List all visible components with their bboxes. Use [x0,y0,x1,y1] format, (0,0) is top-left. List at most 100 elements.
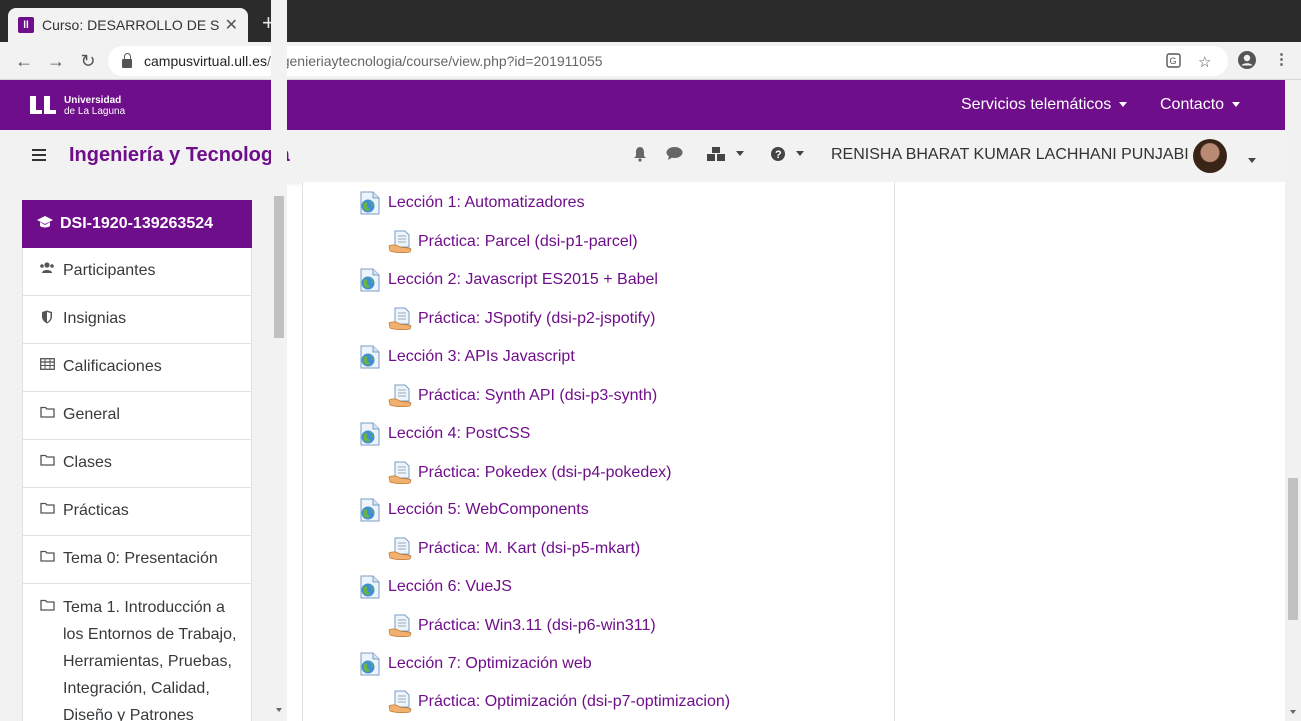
assignment-icon [388,230,412,254]
drawer-scrollbar-thumb[interactable] [274,196,284,338]
user-menu-name[interactable]: RENISHA BHARAT KUMAR LACHHANI PUNJABI [831,146,1189,164]
url-domain: campusvirtual.ull.es [144,53,267,69]
drawer-item-classes[interactable]: Clases [22,440,252,488]
users-icon [39,262,55,277]
contact-menu[interactable]: Contacto [1160,96,1241,114]
drawer-item-participants[interactable]: Participantes [22,248,252,296]
lesson-link[interactable]: Lección 5: WebComponents [358,498,589,522]
tab-close-icon[interactable]: ✕ [225,15,238,35]
user-menu-caret-icon[interactable] [1248,152,1256,170]
activity-label: Práctica: Synth API (dsi-p3-synth) [418,387,658,404]
drawer-item-label: Calificaciones [63,358,162,375]
assignment-link[interactable]: Práctica: JSpotify (dsi-p2-jspotify) [388,307,655,331]
tab-title: Curso: DESARROLLO DE S [42,17,219,33]
assignment-icon [388,461,412,485]
messages-icon[interactable] [666,146,683,166]
assignment-link[interactable]: Práctica: Parcel (dsi-p1-parcel) [388,230,638,254]
page-scrollbar[interactable] [1285,80,1301,721]
lesson-link[interactable]: Lección 1: Automatizadores [358,191,585,215]
browser-tab[interactable]: ll Curso: DESARROLLO DE S ✕ [8,8,248,42]
browser-tab-strip: ll Curso: DESARROLLO DE S ✕ + [0,0,1301,42]
lesson-link[interactable]: Lección 3: APIs Javascript [358,345,575,369]
services-menu[interactable]: Servicios telemáticos [961,96,1128,114]
contact-menu-label: Contacto [1160,96,1225,113]
assignment-icon [388,307,412,331]
bookmark-star-icon[interactable]: ☆ [1198,53,1211,71]
url-globe-icon [358,422,382,446]
moodle-navbar: Ingeniería y Tecnología ? RENISHA BHARAT… [0,130,1285,182]
drawer-item-badges[interactable]: Insignias [22,296,252,344]
assignment-link[interactable]: Práctica: Pokedex (dsi-p4-pokedex) [388,461,671,485]
activity-label: Práctica: Pokedex (dsi-p4-pokedex) [418,464,672,481]
notifications-bell-icon[interactable] [632,146,648,167]
drawer-item-general[interactable]: General [22,392,252,440]
caret-down-icon [796,151,805,156]
assignment-icon [388,690,412,714]
assignment-icon [388,614,412,638]
lesson-link[interactable]: Lección 7: Optimización web [358,652,592,676]
drawer-item-label: Insignias [63,310,127,327]
logo-line1: Universidad [64,95,122,106]
activity-label: Lección 4: PostCSS [388,425,531,442]
drawer-course-item[interactable]: DSI-1920-139263524 [22,200,252,248]
drawer-item-practices[interactable]: Prácticas [22,488,252,536]
activity-label: Lección 2: Javascript ES2015 + Babel [388,271,658,288]
assignment-link[interactable]: Práctica: Synth API (dsi-p3-synth) [388,384,657,408]
activity-label: Lección 3: APIs Javascript [388,348,575,365]
drawer-scroll-down-icon[interactable] [276,708,282,712]
activity-label: Lección 5: WebComponents [388,501,589,518]
services-menu-label: Servicios telemáticos [961,96,1112,113]
activity-label: Práctica: JSpotify (dsi-p2-jspotify) [418,310,656,327]
lesson-link[interactable]: Lección 2: Javascript ES2015 + Babel [358,268,658,292]
drawer-item-label: Tema 1. Introducción a los Entornos de T… [63,599,237,721]
activity-label: Lección 7: Optimización web [388,655,592,672]
drawer-item-grades[interactable]: Calificaciones [22,344,252,392]
translate-icon[interactable]: G [1166,53,1181,72]
drawer-toggle-icon[interactable] [32,149,46,161]
shield-icon [39,310,55,327]
back-button[interactable]: ← [13,50,35,72]
reload-button[interactable]: ↻ [77,50,99,72]
url-globe-icon [358,575,382,599]
profile-icon[interactable] [1237,50,1257,74]
assignment-icon [388,384,412,408]
lesson-link[interactable]: Lección 6: VueJS [358,575,512,599]
drawer-item-topic-0[interactable]: Tema 0: Presentación [22,536,252,584]
blocks-column [895,182,1285,721]
url-globe-icon [358,345,382,369]
activity-label: Lección 6: VueJS [388,578,512,595]
lesson-link[interactable]: Lección 4: PostCSS [358,422,530,446]
assignment-link[interactable]: Práctica: M. Kart (dsi-p5-mkart) [388,537,640,561]
drawer-item-label: Prácticas [63,502,129,519]
page-scrollbar-thumb[interactable] [1288,478,1298,620]
site-navbar: Universidad de La Laguna Servicios telem… [0,80,1285,130]
page-scroll-down-icon[interactable] [1290,710,1296,714]
table-icon [39,358,55,373]
browser-menu-icon[interactable]: ⋮ [1274,50,1289,68]
folder-icon [39,502,55,517]
logo-line2: de La Laguna [64,106,126,117]
activity-label: Práctica: Optimización (dsi-p7-optimizac… [418,693,731,710]
activity-label: Práctica: Win3.11 (dsi-p6-win311) [418,617,656,634]
url-globe-icon [358,268,382,292]
assignment-link[interactable]: Práctica: Optimización (dsi-p7-optimizac… [388,690,730,714]
caret-down-icon [1232,102,1241,108]
help-icon[interactable]: ? [770,146,805,167]
ull-logo-icon[interactable] [28,94,58,121]
caret-down-icon [736,151,745,156]
site-name[interactable]: Ingeniería y Tecnología [69,144,290,167]
url-path: /ingenieriaytecnologia/course/view.php?i… [266,53,603,69]
assignment-link[interactable]: Práctica: Win3.11 (dsi-p6-win311) [388,614,656,638]
folder-icon [39,454,55,469]
drawer-item-label: Tema 0: Presentación [63,550,218,567]
svg-text:G: G [1170,56,1177,66]
browser-toolbar: ← → ↻ campusvirtual.ull.es/ingenieriayte… [0,42,1301,80]
url-globe-icon [358,191,382,215]
university-logo-text: Universidad de La Laguna [64,95,125,117]
forward-button[interactable]: → [45,50,67,72]
drawer-item-topic-1[interactable]: Tema 1. Introducción a los Entornos de T… [22,584,252,721]
drawer-item-label: Clases [63,454,112,471]
avatar[interactable] [1193,139,1227,173]
modules-cubes-icon[interactable] [706,146,745,167]
course-content [302,182,895,721]
